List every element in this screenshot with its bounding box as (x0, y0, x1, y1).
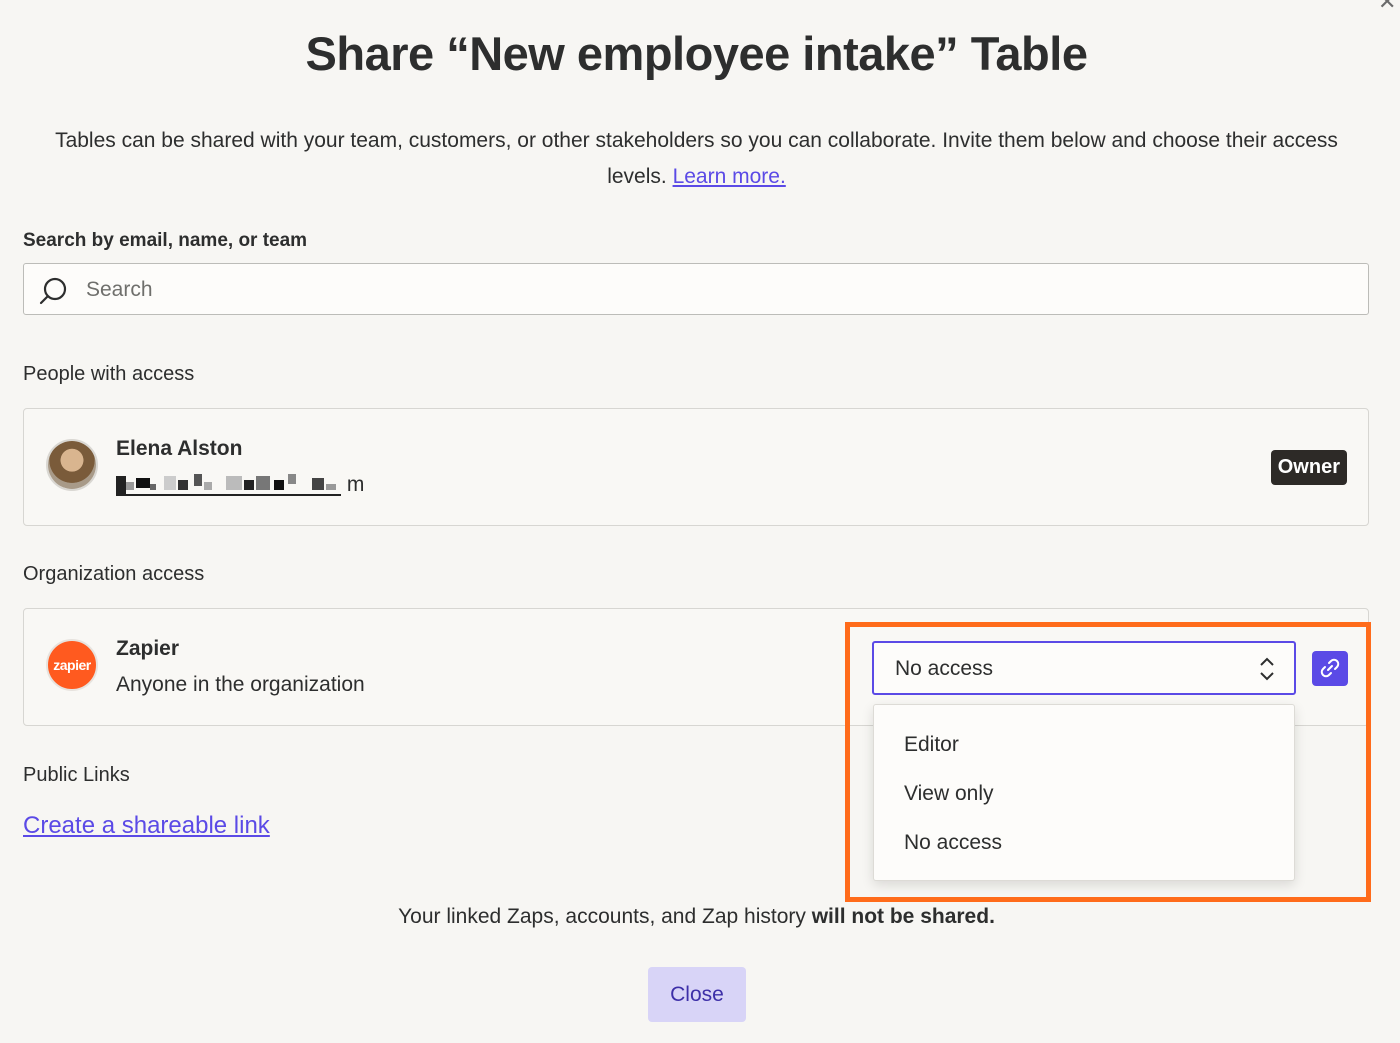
organization-name: Zapier (116, 637, 180, 660)
close-dialog-icon[interactable]: ✕ (1378, 0, 1400, 10)
zapier-logo: zapier (46, 639, 98, 691)
search-icon (39, 277, 67, 305)
link-icon (1320, 658, 1340, 678)
person-card: Elena Alston m Owner (23, 408, 1369, 526)
create-shareable-link[interactable]: Create a shareable link (23, 812, 270, 840)
learn-more-link[interactable]: Learn more. (673, 165, 786, 188)
sharing-note: Your linked Zaps, accounts, and Zap hist… (0, 905, 1393, 929)
note-text: Your linked Zaps, accounts, and Zap hist… (398, 905, 812, 928)
search-input[interactable] (84, 272, 1348, 308)
copy-link-button[interactable] (1312, 651, 1348, 686)
avatar-photo (48, 441, 96, 489)
redacted-email-mask (116, 474, 341, 497)
avatar (46, 439, 98, 491)
dialog-description: Tables can be shared with your team, cus… (40, 123, 1353, 195)
person-name: Elena Alston (116, 437, 243, 460)
option-view-only[interactable]: View only (904, 782, 994, 806)
access-level-value: No access (895, 657, 994, 680)
access-level-select[interactable]: No access (872, 641, 1296, 695)
organization-access-label: Organization access (23, 563, 205, 585)
search-label: Search by email, name, or team (23, 230, 308, 251)
owner-badge: Owner (1270, 450, 1347, 485)
people-with-access-label: People with access (23, 363, 195, 385)
email-suffix: m (346, 473, 365, 496)
option-no-access[interactable]: No access (904, 831, 1002, 855)
option-editor[interactable]: Editor (904, 733, 959, 757)
person-email: m (116, 473, 364, 497)
public-links-label: Public Links (23, 764, 130, 786)
organization-subtitle: Anyone in the organization (116, 673, 365, 696)
search-box[interactable] (23, 263, 1369, 315)
chevron-up-down-icon (1260, 657, 1274, 681)
close-button[interactable]: Close (648, 967, 746, 1022)
dialog-title: Share “New employee intake” Table (305, 27, 1088, 80)
note-bold-text: will not be shared. (811, 905, 995, 928)
access-level-dropdown: Editor View only No access (873, 704, 1295, 881)
